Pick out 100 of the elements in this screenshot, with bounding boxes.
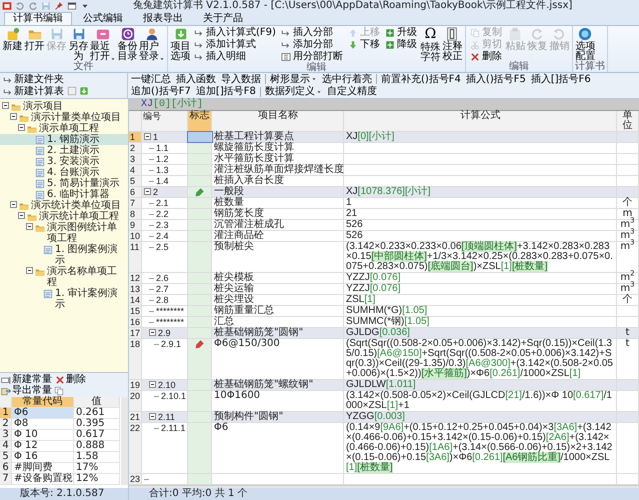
tree-item[interactable]: 1. 审计案例演示: [0, 288, 128, 310]
tree-item[interactable]: 演示名称单项工程: [0, 266, 128, 288]
collapse-toggle[interactable]: [10, 201, 17, 208]
tree-item[interactable]: 演示项目: [0, 101, 128, 112]
collapse-toggle[interactable]: [26, 267, 33, 274]
ribbon-button[interactable]: 打开: [24, 27, 45, 62]
tree-item[interactable]: 演示单项工程: [0, 123, 128, 134]
ribbon-button[interactable]: 另存为: [68, 27, 89, 62]
column-header[interactable]: 项目名称: [212, 111, 344, 131]
table-row[interactable]: 7 2.1 桩数量 1 个: [129, 198, 639, 209]
toolbar-button[interactable]: 插入函数: [175, 74, 217, 85]
flag-cell[interactable]: [188, 423, 212, 473]
flag-cell[interactable]: [188, 295, 212, 305]
collapse-toggle[interactable]: [2, 102, 9, 109]
collapse-toggle[interactable]: [10, 113, 17, 120]
ribbon-button[interactable]: 备份目录: [117, 27, 138, 62]
column-header[interactable]: 常量代码: [12, 397, 74, 407]
toolbar-button[interactable]: 删除: [54, 374, 87, 385]
tree-item[interactable]: 5. 简易计量演示: [0, 178, 128, 189]
pin-icon[interactable]: [54, 1, 64, 11]
ribbon-tab[interactable]: 公式编辑: [74, 12, 132, 25]
ribbon-button[interactable]: 注释校正: [442, 27, 463, 63]
flag-cell[interactable]: [188, 339, 212, 379]
ribbon-button[interactable]: 用户登录: [139, 27, 165, 62]
flag-cell[interactable]: [188, 391, 212, 411]
toolbar-button[interactable]: 选中行着亮: [321, 74, 373, 85]
flag-cell[interactable]: [188, 143, 212, 153]
redo-icon[interactable]: [28, 1, 38, 11]
toolbar-button[interactable]: 自定义精度: [326, 86, 378, 98]
undo-icon[interactable]: [15, 1, 25, 11]
flag-cell[interactable]: [188, 132, 212, 142]
tree-item[interactable]: 演示图例统计单项工程: [0, 222, 128, 244]
copy-icon[interactable]: [54, 386, 64, 396]
table-row[interactable]: 4 1.3 灌注桩纵筋单面焊接焊缝长度: [129, 165, 639, 176]
table-row[interactable]: 5 1.4 桩插入承台长度: [129, 176, 639, 187]
table-row[interactable]: 23: [129, 474, 639, 485]
toolbar-button[interactable]: 插入[]括号F6: [530, 74, 592, 85]
toolbar-button[interactable]: 新建常量: [0, 374, 53, 385]
flag-cell[interactable]: [188, 154, 212, 164]
tree-item[interactable]: 3. 安装演示: [0, 156, 128, 167]
flag-cell[interactable]: [188, 474, 212, 484]
ribbon-button[interactable]: 选项配置: [574, 27, 596, 62]
toolbar-button[interactable]: 导出常量: [0, 385, 53, 396]
flag-cell[interactable]: [188, 306, 212, 316]
toolbar-button[interactable]: 前置补充()括号F4: [380, 74, 462, 85]
collapse-toggle[interactable]: [18, 212, 25, 219]
ribbon-button[interactable]: 下移: [346, 39, 382, 50]
ribbon-button[interactable]: 降级: [382, 39, 419, 50]
ribbon-button[interactable]: 添加分部: [278, 39, 345, 50]
toolbar-button[interactable]: 树形显示: [269, 74, 318, 85]
column-header[interactable]: 值: [74, 397, 120, 407]
ribbon-tab[interactable]: 关于产品: [194, 12, 252, 25]
flag-cell[interactable]: [188, 284, 212, 294]
toolbar-button[interactable]: 追加()括号F7: [130, 86, 192, 98]
flag-cell[interactable]: [188, 165, 212, 175]
toolbar-button[interactable]: 插入()括号F5: [464, 74, 527, 85]
flag-cell[interactable]: [188, 273, 212, 283]
ribbon-button[interactable]: 用分部打断: [278, 51, 345, 62]
ribbon-button[interactable]: Ω 特殊字符: [420, 27, 441, 63]
ribbon-button[interactable]: 最近打开: [90, 27, 116, 62]
toolbar-button[interactable]: 新建文件夹: [2, 74, 65, 85]
ribbon-button[interactable]: 插入计算式(F9): [192, 27, 278, 38]
square-icon[interactable]: [67, 86, 77, 96]
flag-cell[interactable]: [188, 187, 212, 197]
table-row[interactable]: [129, 423, 639, 474]
flag-cell[interactable]: [188, 242, 212, 272]
formula-field[interactable]: XJ[0][小计]: [129, 99, 639, 111]
table-row[interactable]: [129, 339, 639, 380]
table-row[interactable]: 19 2.10 桩基础钢筋笼"螺纹钢" GJLDLW[1.011]: [129, 380, 639, 391]
tree-item[interactable]: 2. 土建演示: [0, 145, 128, 156]
tree-item[interactable]: 演示统计类单位项目: [0, 200, 128, 211]
column-header[interactable]: 标志: [188, 111, 212, 131]
column-header[interactable]: 单位: [617, 111, 639, 131]
tree-item[interactable]: 1. 图例案例演示: [0, 244, 128, 266]
table-row[interactable]: 6 2 一般段 XJ[1078.376][小计]: [129, 187, 639, 198]
ribbon-button[interactable]: 升级: [382, 27, 419, 38]
flag-cell[interactable]: [188, 209, 212, 219]
collapse-toggle[interactable]: [144, 133, 151, 140]
flag-cell[interactable]: [188, 412, 212, 422]
collapse-toggle[interactable]: [149, 381, 156, 388]
toolbar-button[interactable]: 导入数据: [220, 74, 262, 85]
download-icon[interactable]: [79, 86, 89, 96]
window-icon[interactable]: [67, 1, 77, 11]
ribbon-tab[interactable]: 报表导出: [134, 12, 192, 25]
collapse-toggle[interactable]: [18, 124, 25, 131]
tree-item[interactable]: 演示统计单项工程: [0, 211, 128, 222]
table-row[interactable]: 2 1.1 螺旋箍筋长度计算: [129, 143, 639, 154]
flag-cell[interactable]: [188, 220, 212, 230]
table-row[interactable]: 15 ******** 钢筋重量汇总 SUMHM(*G)[1.05]: [129, 306, 639, 317]
ribbon-button[interactable]: 插入明细: [192, 51, 278, 62]
toolbar-button[interactable]: 追加[]括号F8: [194, 86, 257, 98]
table-row[interactable]: 3 1.2 水平箍筋长度计算: [129, 154, 639, 165]
flag-cell[interactable]: [188, 328, 212, 338]
scrollbar[interactable]: [121, 397, 128, 485]
tree-item[interactable]: 1. 钢筋演示: [0, 134, 128, 145]
tree-item[interactable]: 4. 台账演示: [0, 167, 128, 178]
table-row[interactable]: 20 2.10.1 10Φ1600 (3.142×(0.508-0.05×2)×Ceil(GJLCD[21]/1.6))×Φ 10[0.617]/1000×ZSL[1]+1: [129, 391, 639, 412]
ribbon-tab[interactable]: 计算书编辑: [4, 12, 72, 25]
flag-cell[interactable]: [188, 231, 212, 241]
toolbar-button[interactable]: 一键汇总: [130, 74, 172, 85]
